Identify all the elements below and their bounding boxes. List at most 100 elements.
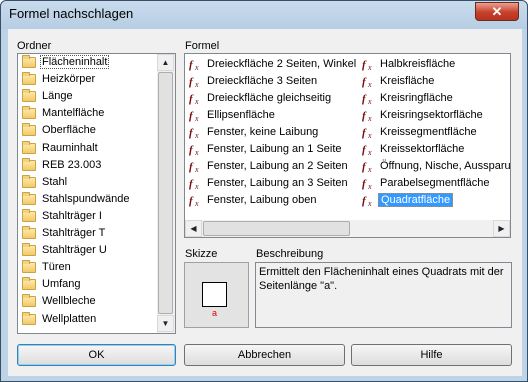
window-title: Formel nachschlagen	[9, 6, 134, 21]
svg-text:f: f	[189, 127, 194, 139]
svg-text:f: f	[362, 144, 367, 156]
folder-label: REB 23.003	[42, 158, 102, 171]
folder-label: Stahlträger U	[42, 244, 107, 257]
formula-list-scrollbar[interactable]: ◀ ▶	[185, 220, 510, 237]
folder-icon	[22, 226, 36, 239]
folder-list-scrollbar[interactable]: ▲ ▼	[157, 54, 175, 333]
dialog-window: Formel nachschlagen ✕ Ordner ▲ ▼ Flächen…	[0, 0, 528, 382]
scroll-thumb[interactable]	[203, 221, 350, 236]
scroll-thumb[interactable]	[158, 72, 173, 314]
folder-icon	[22, 140, 36, 154]
svg-text:x: x	[367, 80, 372, 89]
folder-icon	[22, 260, 36, 274]
fx-icon: fx	[189, 159, 203, 174]
close-icon: ✕	[491, 4, 503, 19]
ok-button[interactable]: OK	[17, 344, 176, 366]
svg-text:x: x	[367, 182, 372, 191]
formula-label: Fenster, keine Laibung	[207, 126, 319, 138]
svg-text:f: f	[189, 178, 194, 190]
fx-icon: fx	[362, 125, 376, 140]
scroll-up-button[interactable]: ▲	[157, 54, 174, 71]
formula-label: Kreissegmentfläche	[380, 126, 477, 138]
folder-icon	[22, 243, 36, 257]
folder-item[interactable]: Umfang	[20, 277, 156, 293]
folder-item[interactable]: Stahlträger T	[20, 226, 156, 242]
svg-text:f: f	[189, 93, 194, 105]
svg-text:x: x	[367, 97, 372, 106]
folder-icon	[22, 157, 36, 171]
folder-icon	[22, 123, 36, 137]
folder-icon	[22, 294, 36, 308]
folder-item[interactable]: Stahl	[20, 174, 156, 191]
svg-text:x: x	[367, 165, 372, 174]
sketch-label: Skizze	[185, 248, 218, 260]
folder-label: Stahlträger T	[42, 227, 106, 239]
folder-label: Heizkörper	[42, 73, 96, 86]
folder-item[interactable]: Länge	[20, 89, 156, 105]
formula-label: Dreieckfläche 2 Seiten, Winkel	[207, 58, 357, 70]
fx-icon: fx	[362, 176, 376, 191]
formula-label: Fenster, Laibung oben	[207, 194, 317, 206]
folder-icon	[22, 277, 36, 291]
sketch-preview: a	[184, 262, 249, 328]
scroll-left-button[interactable]: ◀	[185, 220, 202, 237]
scroll-down-button[interactable]: ▼	[157, 315, 174, 332]
folder-label: Wellplatten	[42, 312, 97, 325]
svg-text:x: x	[367, 114, 372, 123]
folder-label: Türen	[42, 261, 71, 274]
sketch-side-label: a	[212, 308, 218, 318]
svg-text:f: f	[362, 59, 367, 71]
square-sketch	[202, 282, 227, 307]
formula-label: Parabelsegmentfläche	[380, 177, 490, 189]
folder-item[interactable]: Stahlträger I	[20, 208, 156, 225]
folder-item[interactable]: Türen	[20, 260, 156, 276]
folder-item[interactable]: REB 23.003	[20, 157, 156, 174]
folder-icon	[22, 55, 36, 68]
fx-icon: fx	[189, 193, 203, 208]
folder-item[interactable]: Heizkörper	[20, 72, 156, 88]
fx-icon: fx	[189, 57, 203, 72]
formula-label: Fenster, Laibung an 3 Seiten	[207, 177, 348, 189]
formula-label: Dreieckfläche 3 Seiten	[207, 75, 318, 87]
formula-label: Quadratfläche	[378, 193, 454, 207]
folder-icon	[22, 191, 36, 205]
svg-text:f: f	[362, 110, 367, 122]
folder-icon	[22, 72, 36, 86]
formula-label: Dreieckfläche gleichseitig	[207, 92, 332, 104]
close-button[interactable]: ✕	[475, 2, 519, 21]
svg-text:f: f	[189, 144, 194, 156]
formula-label: Kreisfläche	[380, 75, 435, 87]
fx-icon: fx	[189, 176, 203, 191]
svg-text:f: f	[362, 76, 367, 88]
svg-text:x: x	[367, 199, 372, 208]
fx-icon: fx	[362, 159, 376, 174]
title-bar[interactable]: Formel nachschlagen ✕	[1, 1, 527, 29]
folder-item[interactable]: Oberfläche	[20, 123, 156, 139]
folder-icon	[22, 311, 36, 325]
fx-icon: fx	[189, 74, 203, 89]
svg-text:x: x	[194, 80, 199, 89]
fx-icon: fx	[362, 142, 376, 157]
formula-label: Halbkreisfläche	[380, 58, 456, 70]
folder-list[interactable]: ▲ ▼ Flächeninhalt Heizkörper Länge Mantelfl…	[17, 53, 176, 334]
folder-icon	[22, 208, 36, 222]
folder-item[interactable]: Stahlträger U	[20, 243, 156, 259]
cancel-button[interactable]: Abbrechen	[184, 344, 345, 366]
formula-list[interactable]: ◀ ▶ f x Dreieckfläche 2 Seiten, Winkel f x Dr…	[184, 53, 511, 238]
help-button[interactable]: Hilfe	[351, 344, 512, 366]
scroll-right-button[interactable]: ▶	[493, 220, 510, 237]
folder-item[interactable]: Stahlspundwände	[20, 191, 156, 208]
folder-item[interactable]: Mantelfläche	[20, 106, 156, 122]
svg-text:f: f	[362, 178, 367, 190]
svg-text:x: x	[194, 63, 199, 72]
folder-item[interactable]: Flächeninhalt	[20, 55, 156, 71]
svg-text:x: x	[194, 199, 199, 208]
formula-label: Formel	[185, 40, 220, 52]
formula-label: Öffnung, Nische, Aussparung	[380, 160, 511, 172]
folder-item[interactable]: Wellbleche	[20, 294, 156, 310]
folder-label: Rauminhalt	[42, 141, 98, 154]
folder-label: Mantelfläche	[42, 107, 105, 120]
folder-item[interactable]: Wellplatten	[20, 311, 156, 328]
folder-item[interactable]: Rauminhalt	[20, 140, 156, 157]
fx-icon: fx	[362, 108, 376, 123]
